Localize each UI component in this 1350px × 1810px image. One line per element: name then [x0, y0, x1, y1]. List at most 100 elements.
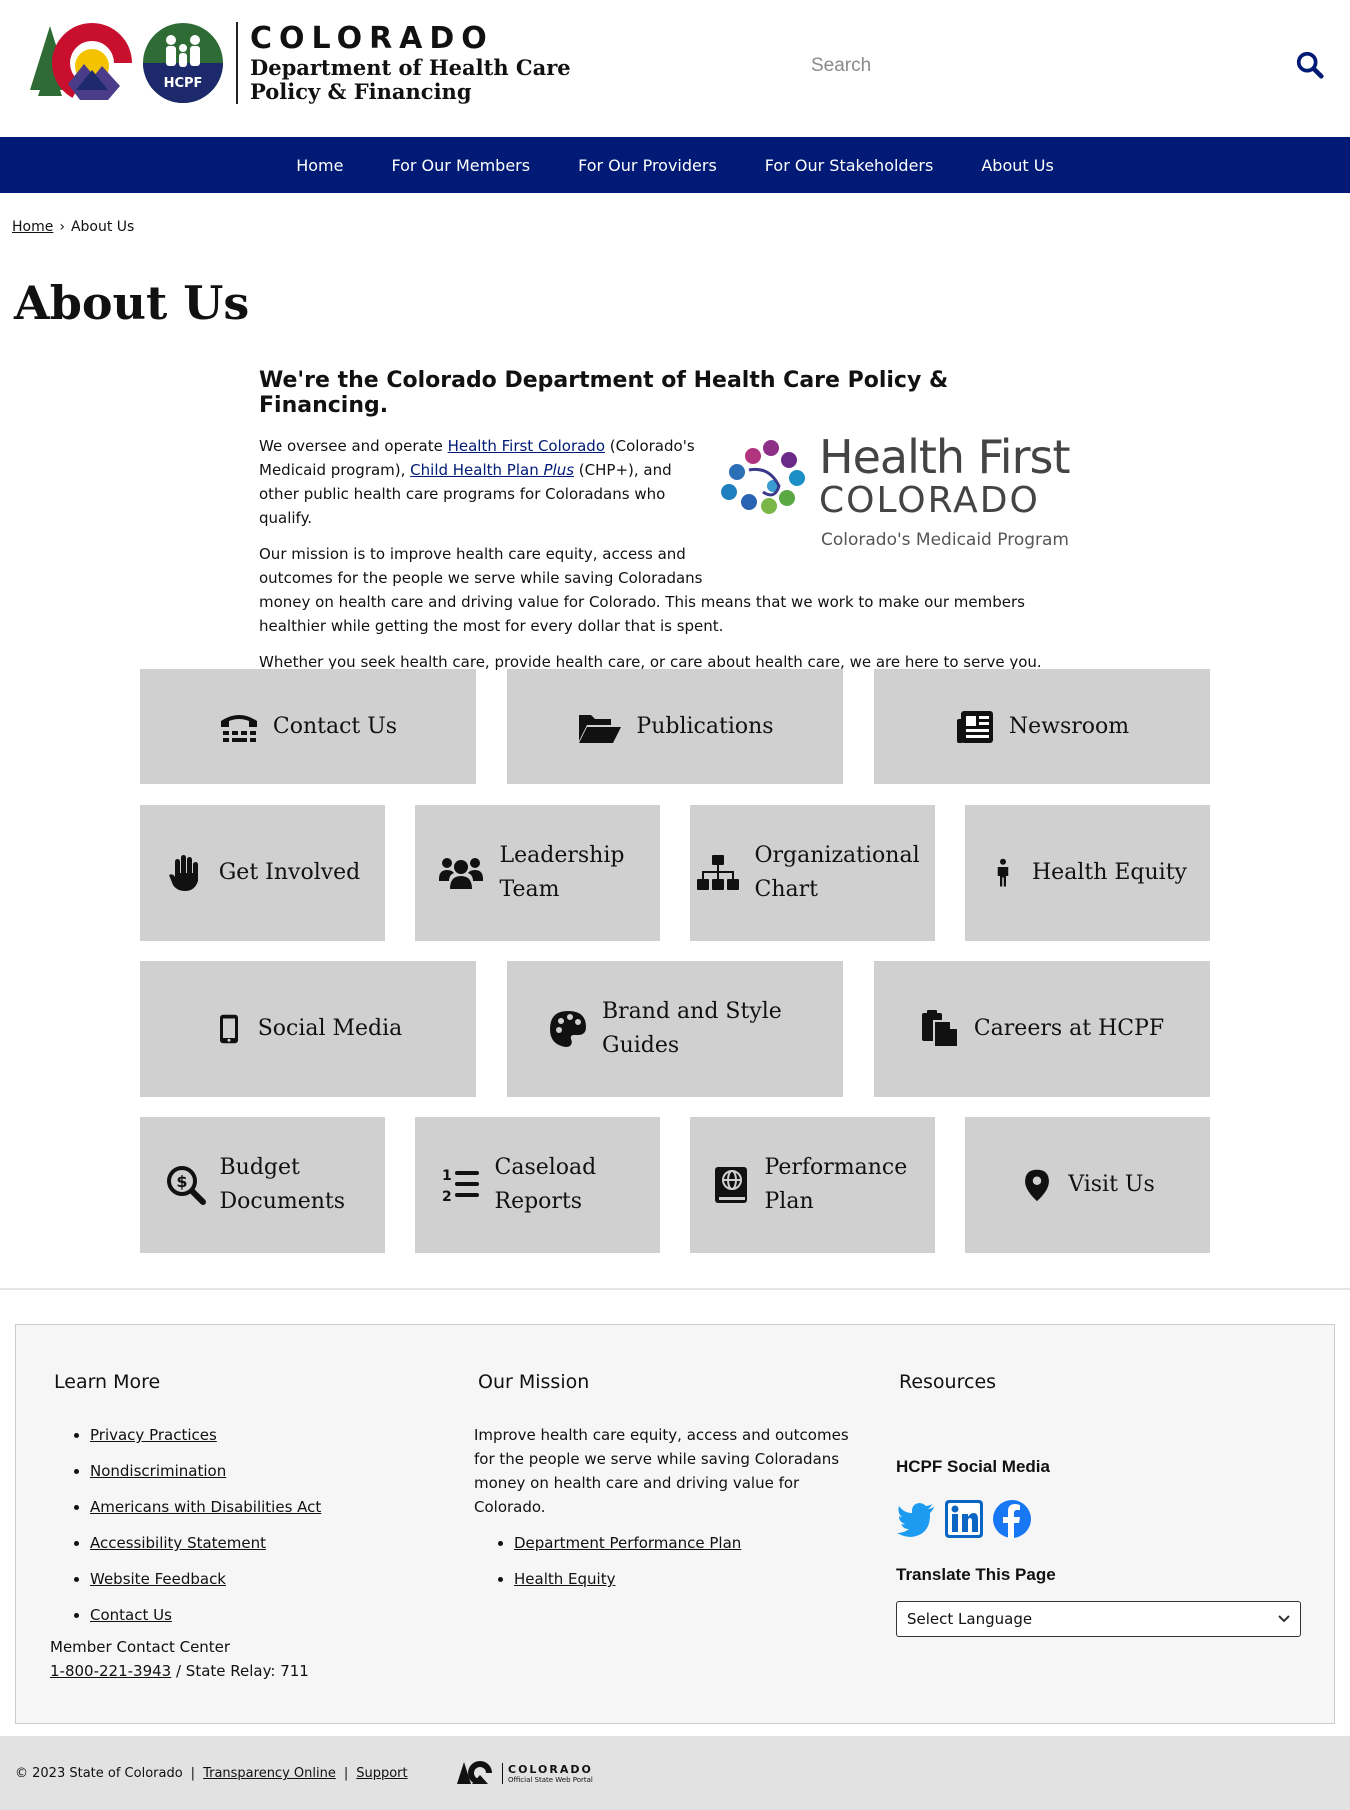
tile-careers[interactable]: Careers at HCPF: [874, 961, 1210, 1097]
logo-divider: [236, 22, 238, 104]
tile-publications[interactable]: Publications: [507, 669, 843, 784]
nav-members[interactable]: For Our Members: [367, 156, 554, 175]
tile-brand-style-guides[interactable]: Brand and Style Guides: [507, 961, 843, 1097]
translate-heading: Translate This Page: [896, 1565, 1056, 1584]
tile-performance-plan[interactable]: Performance Plan: [690, 1117, 935, 1253]
breadcrumb-current: About Us: [70, 219, 135, 235]
our-mission-heading: Our Mission: [478, 1371, 590, 1393]
hcpf-badge-text: HCPF: [164, 76, 203, 91]
portal-text: COLORADO Official State Web Portal: [502, 1762, 593, 1784]
facebook-icon[interactable]: [992, 1499, 1032, 1539]
privacy-practices-link[interactable]: Privacy Practices: [90, 1426, 217, 1444]
search-button[interactable]: [1294, 50, 1326, 82]
tile-label: Visit Us: [1068, 1172, 1155, 1197]
state-relay: / State Relay: 711: [171, 1662, 309, 1680]
search-icon: [1296, 51, 1324, 79]
child-health-plan-plus-link[interactable]: Child Health Plan Plus: [410, 461, 574, 479]
dept-name-line1: Department of Health Care: [250, 55, 571, 80]
portal-subtitle: Official State Web Portal: [508, 1775, 593, 1784]
health-first-colorado-logo: Health First COLORADO Colorado's Medicai…: [719, 430, 1079, 570]
svg-text:1: 1: [442, 1168, 452, 1184]
accessibility-statement-link[interactable]: Accessibility Statement: [90, 1534, 266, 1552]
hcpf-badge-icon: HCPF: [143, 23, 223, 103]
list-item: Nondiscrimination: [90, 1453, 321, 1489]
footer-our-mission: Our Mission Improve health care equity, …: [474, 1371, 854, 1597]
colorado-portal-icon: [457, 1761, 494, 1788]
chevron-down-icon: [1278, 1615, 1290, 1623]
nav-providers[interactable]: For Our Providers: [554, 156, 741, 175]
portal-word: COLORADO: [508, 1762, 593, 1776]
site-logo[interactable]: HCPF COLORADO Department of Health Care …: [28, 20, 571, 106]
nav-stakeholders[interactable]: For Our Stakeholders: [741, 156, 958, 175]
tile-visit-us[interactable]: Visit Us: [965, 1117, 1210, 1253]
tile-label: Leadership Team: [499, 843, 625, 902]
users-icon: [438, 858, 483, 889]
nondiscrimination-link[interactable]: Nondiscrimination: [90, 1462, 226, 1480]
social-links: [896, 1499, 1301, 1539]
map-pin-icon: [1025, 1169, 1050, 1202]
language-select[interactable]: Select Language: [896, 1601, 1301, 1637]
person-icon: [997, 858, 1009, 887]
clipboard-copy-icon: [921, 1010, 959, 1048]
tile-label: Contact Us: [272, 713, 398, 739]
colorado-portal-logo[interactable]: COLORADO Official State Web Portal: [456, 1758, 593, 1788]
list-item: Website Feedback: [90, 1561, 321, 1597]
page-title: About Us: [14, 276, 250, 330]
mcc-label: Member Contact Center: [50, 1638, 231, 1656]
health-equity-link[interactable]: Health Equity: [514, 1570, 615, 1588]
intro-p1-text: We oversee and operate: [259, 437, 448, 455]
brand-word: COLORADO: [250, 21, 494, 56]
mcc-phone-link[interactable]: 1-800-221-3943: [50, 1662, 171, 1680]
numbered-list-icon: 1 2: [442, 1168, 479, 1205]
newspaper-icon: [956, 710, 993, 743]
tty-phone-icon: [220, 714, 257, 742]
tile-label: Health Equity: [1032, 860, 1187, 885]
tile-budget-documents[interactable]: $ Budget Documents: [140, 1117, 385, 1253]
hfc-subtitle: Colorado's Medicaid Program: [821, 530, 1069, 550]
member-contact-center: Member Contact Center 1-800-221-3943 / S…: [50, 1635, 321, 1683]
tile-caseload-reports[interactable]: 1 2 Caseload Reports: [415, 1117, 660, 1253]
footer-resources: Resources HCPF Social Media Translate Th…: [896, 1371, 1301, 1637]
tile-label: Budget Documents: [219, 1155, 346, 1214]
tile-label: Newsroom: [1008, 713, 1130, 739]
tile-label: Careers at HCPF: [973, 1016, 1165, 1041]
nav-about[interactable]: About Us: [957, 156, 1077, 175]
tile-social-media[interactable]: Social Media: [140, 961, 476, 1097]
tile-organizational-chart[interactable]: Organizational Chart: [690, 805, 935, 941]
tile-label: Performance Plan: [764, 1155, 908, 1214]
search-input[interactable]: [796, 55, 1276, 77]
health-first-colorado-link[interactable]: Health First Colorado: [448, 437, 605, 455]
bottom-bar: © 2023 State of Colorado | Transparency On…: [0, 1736, 1350, 1810]
intro-heading: We're the Colorado Department of Health …: [259, 368, 949, 418]
colorado-logo-icon: [30, 23, 136, 106]
intro-section: We're the Colorado Department of Health …: [259, 368, 1079, 686]
ada-link[interactable]: Americans with Disabilities Act: [90, 1498, 321, 1516]
mission-list: Department Performance Plan Health Equit…: [476, 1525, 854, 1597]
tile-label: Brand and Style Guides: [602, 999, 782, 1058]
transparency-online-link[interactable]: Transparency Online: [203, 1766, 336, 1781]
footer-contact-us-link[interactable]: Contact Us: [90, 1606, 172, 1624]
tile-label: Get Involved: [218, 860, 361, 885]
hfc-colorado: COLORADO: [819, 480, 1040, 521]
search-box: [796, 44, 1326, 88]
tile-leadership-team[interactable]: Leadership Team: [415, 805, 660, 941]
language-select-value: Select Language: [907, 1610, 1033, 1628]
tile-newsroom[interactable]: Newsroom: [874, 669, 1210, 784]
performance-plan-link[interactable]: Department Performance Plan: [514, 1534, 741, 1552]
support-link[interactable]: Support: [356, 1766, 407, 1781]
tile-health-equity[interactable]: Health Equity: [965, 805, 1210, 941]
mobile-icon: [219, 1014, 238, 1044]
dept-name-line2: Policy & Financing: [250, 79, 472, 104]
nav-home[interactable]: Home: [272, 156, 367, 175]
tile-label: Social Media: [257, 1016, 403, 1041]
twitter-icon[interactable]: [896, 1499, 936, 1539]
tile-contact-us[interactable]: Contact Us: [140, 669, 476, 784]
linkedin-icon[interactable]: [944, 1499, 984, 1539]
list-item: Americans with Disabilities Act: [90, 1489, 321, 1525]
tile-get-involved[interactable]: Get Involved: [140, 805, 385, 941]
copyright: © 2023 State of Colorado: [15, 1766, 183, 1781]
dollar-search-icon: $: [166, 1166, 206, 1205]
raised-hand-icon: [168, 855, 198, 891]
breadcrumb-home[interactable]: Home: [12, 219, 53, 235]
website-feedback-link[interactable]: Website Feedback: [90, 1570, 226, 1588]
